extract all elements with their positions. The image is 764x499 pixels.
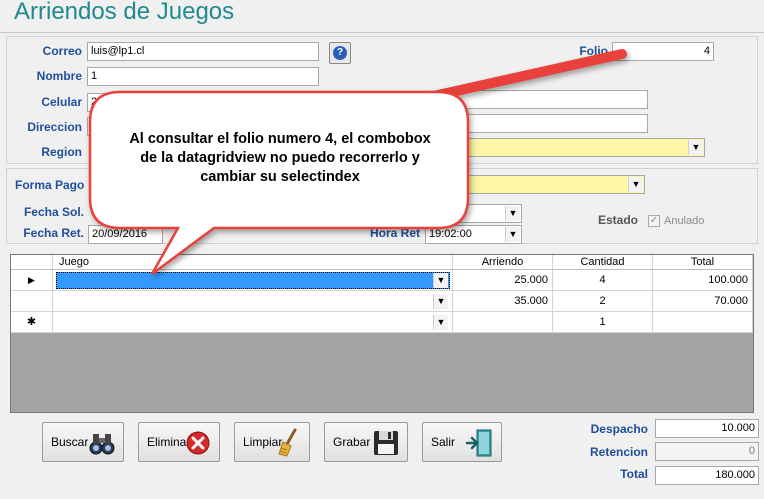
total-cell[interactable]: 70.000 [653,291,753,312]
exit-door-icon [465,429,492,457]
hora-ret-label: Hora Ret [369,226,420,240]
salir-button[interactable]: Salir [422,422,502,462]
total-cell[interactable] [653,312,753,333]
total-label: Total [620,467,648,481]
despacho-label: Despacho [590,422,648,436]
retencion-field[interactable]: 0 [655,442,759,461]
folio-field[interactable]: 4 [612,42,714,61]
juego-combo-cell[interactable]: ▼ [53,270,453,291]
hora-ret-value: 19:02:00 [429,228,472,240]
title-divider [0,32,764,33]
nombre-label: Nombre [36,69,82,83]
cantidad-cell[interactable]: 4 [553,270,653,291]
eliminar-button[interactable]: Eliminar [138,422,220,462]
col-header-juego[interactable]: Juego [53,255,453,270]
forma-pago-select[interactable]: UNO ▼ [437,175,645,194]
arriendo-cell[interactable]: 35.000 [453,291,553,312]
total-cell[interactable]: 100.000 [653,270,753,291]
juego-combo[interactable]: ▼ [56,314,450,331]
salir-label: Salir [431,435,456,449]
estado-label: Estado [598,213,639,227]
fecha-ret-field[interactable]: 20/09/2016 [88,225,163,244]
nombre-field[interactable]: 1 [87,67,319,86]
cantidad-cell[interactable]: 2 [553,291,653,312]
chevron-down-icon[interactable]: ▼ [688,140,703,155]
arriendo-cell[interactable]: 25.000 [453,270,553,291]
celular-label: Celular [41,95,82,109]
chevron-down-icon[interactable]: ▼ [505,227,520,242]
direccion-label: Direccion [27,120,82,134]
items-grid[interactable]: Juego Arriendo Cantidad Total ▶ ▼ 25.000… [10,254,754,413]
anulado-label: Anulado [664,215,705,227]
juego-combo[interactable]: ▼ [56,293,450,310]
anulado-checkbox[interactable]: ✓ [648,215,660,227]
region-select[interactable]: llos ▼ [437,138,705,157]
fecha-sol-label: Fecha Sol. [23,205,84,219]
hora-ret-field[interactable]: 19:02:00 ▼ [425,225,522,244]
row-indicator[interactable] [11,291,53,312]
question-icon: ? [333,46,347,60]
grabar-label: Grabar [333,435,371,449]
help-button[interactable]: ? [329,42,351,64]
delete-icon [186,431,210,455]
chevron-down-icon[interactable]: ▼ [505,206,520,221]
direccion-extra-field[interactable] [437,114,648,133]
table-row[interactable]: ▶ ▼ 25.000 4 100.000 [11,270,753,291]
binoculars-icon [89,434,115,455]
correo-label: Correo [42,44,82,58]
chevron-down-icon[interactable]: ▼ [433,294,448,309]
arriendo-cell[interactable] [453,312,553,333]
buscar-label: Buscar [51,435,89,449]
fecha-sol-time-field[interactable]: :00 ▼ [425,204,522,223]
col-header-total[interactable]: Total [653,255,753,270]
juego-combo-cell[interactable]: ▼ [53,312,453,333]
chevron-down-icon[interactable]: ▼ [628,177,643,192]
chevron-down-icon[interactable]: ▼ [433,315,448,330]
cantidad-cell[interactable]: 1 [553,312,653,333]
despacho-field[interactable]: 10.000 [655,419,759,438]
region-label: Region [41,145,82,159]
chevron-down-icon[interactable]: ▼ [433,273,448,288]
save-icon [374,431,398,455]
buscar-button[interactable]: Buscar [42,422,124,462]
total-field[interactable]: 180.000 [655,466,759,485]
celular-field[interactable]: 2 [87,93,319,112]
new-row-indicator[interactable]: ✱ [11,312,53,333]
row-indicator[interactable]: ▶ [11,270,53,291]
callout-line-2: de la datagridview no puedo recorrerlo y [140,150,420,166]
col-header-cantidad[interactable]: Cantidad [553,255,653,270]
callout-line-1: Al consultar el folio numero 4, el combo… [129,131,431,147]
retencion-label: Retencion [589,445,648,459]
callout-text: Al consultar el folio numero 4, el combo… [100,130,460,187]
col-header-arriendo[interactable]: Arriendo [453,255,553,270]
page-title: Arriendos de Juegos [14,0,235,25]
juego-combo[interactable]: ▼ [56,272,450,289]
celular-extra-field[interactable] [437,90,648,109]
grabar-button[interactable]: Grabar [324,422,408,462]
grid-header: Juego Arriendo Cantidad Total [11,255,753,270]
row-header-corner [11,255,53,270]
folio-label: Folio [579,44,608,58]
forma-pago-label: Forma Pago [15,178,85,192]
juego-combo-cell[interactable]: ▼ [53,291,453,312]
fecha-sol-time: :00 [429,207,445,219]
table-row-new[interactable]: ✱ ▼ 1 [11,312,753,333]
fecha-ret-label: Fecha Ret. [23,226,84,240]
broom-icon [278,428,297,457]
limpiar-button[interactable]: Limpiar [234,422,310,462]
callout-line-3: cambiar su selectindex [200,169,360,185]
table-row[interactable]: ▼ 35.000 2 70.000 [11,291,753,312]
correo-field[interactable]: luis@lp1.cl [87,42,319,61]
